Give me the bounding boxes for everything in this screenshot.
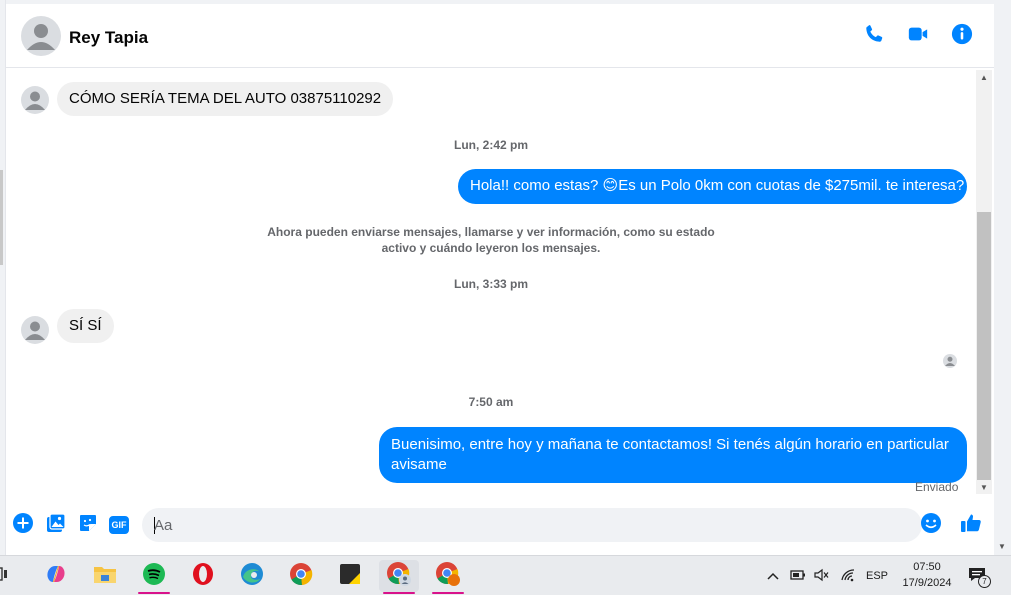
notification-icon: 7 [968,565,992,588]
edge-icon [240,562,264,591]
timestamp: Lun, 3:33 pm [453,277,528,291]
page-scroll-down-arrow[interactable]: ▼ [998,542,1006,551]
taskbar-chrome[interactable] [281,560,321,592]
message-input[interactable] [150,508,910,542]
taskbar-opera[interactable] [183,560,223,592]
volume-muted-icon[interactable] [814,568,830,585]
thumbs-up-icon [960,512,982,539]
incoming-message[interactable]: SÍ SÍ [57,309,114,343]
smiley-icon [920,512,942,539]
sender-avatar[interactable] [21,86,49,114]
battery-icon[interactable] [790,569,806,584]
outgoing-message[interactable]: Buenisimo, entre hoy y mañana te contact… [379,427,967,483]
taskbar-spotify[interactable] [134,560,174,594]
sticker-button[interactable] [77,514,99,536]
show-hidden-icons-chevron-icon[interactable] [766,569,780,583]
taskbar-edge[interactable] [232,560,272,592]
composer: GIF [6,504,994,555]
video-icon [907,23,929,50]
gif-icon: GIF [109,516,129,534]
opera-icon [191,562,215,591]
info-icon [951,23,973,50]
conversation-info-button[interactable] [950,23,974,50]
scroll-thumb[interactable] [977,212,991,480]
security-notice: Ahora pueden enviarse mensajes, llamarse… [211,224,771,256]
notification-center-button[interactable]: 7 [968,560,992,592]
taskbar-chrome-profile-2[interactable] [428,560,468,594]
security-notice-line-2: activo y cuándo leyeron los mensajes. [381,241,601,255]
clock-time: 07:50 [913,561,941,573]
taskbar-sticky-notes[interactable] [330,560,370,592]
plus-icon [13,512,33,538]
spotify-icon [142,562,166,591]
video-call-button[interactable] [906,24,930,48]
timestamp: Lun, 2:42 pm [453,138,528,152]
right-edge: ▼ [994,0,1011,555]
phone-icon [863,23,885,50]
message-scrollbar[interactable]: ▲ ▼ [976,70,992,494]
scroll-down-arrow[interactable]: ▼ [980,483,988,492]
security-notice-line-1: Ahora pueden enviarse mensajes, llamarse… [267,225,715,239]
message-input-container[interactable] [142,508,922,542]
copilot-icon [44,562,68,591]
sticker-icon [78,513,98,538]
clock-date: 17/9/2024 [902,577,952,589]
scroll-up-arrow[interactable]: ▲ [980,73,988,82]
wifi-icon[interactable] [840,568,856,585]
timestamp: 7:50 am [468,395,514,409]
incoming-message[interactable]: CÓMO SERÍA TEMA DEL AUTO 03875110292 [57,82,394,116]
outgoing-message[interactable]: Hola!! como estas? 😊Es un Polo 0km con c… [458,169,967,204]
message-list[interactable]: CÓMO SERÍA TEMA DEL AUTO 03875110292 Lun… [6,69,974,499]
more-actions-button[interactable] [12,512,34,538]
audio-call-button[interactable] [862,24,886,48]
chrome-profile-2-icon [435,561,461,592]
sticky-notes-icon [339,563,361,590]
emoji-button[interactable] [920,512,942,539]
chrome-profile-icon [386,561,412,592]
gif-button[interactable]: GIF [108,514,130,536]
taskbar-clock[interactable]: 07:50 17/9/2024 [893,559,961,591]
left-edge-mark [0,170,3,265]
folder-icon [93,563,117,590]
taskbar-copilot[interactable] [36,560,76,592]
send-like-button[interactable] [960,514,982,536]
taskbar-chrome-profile[interactable] [379,560,419,594]
contact-name[interactable]: Rey Tapia [69,28,148,48]
conversation-header: Rey Tapia [6,4,994,68]
image-icon [46,512,66,538]
seen-receipt-avatar [943,354,957,368]
notification-count-badge: 7 [978,575,991,588]
input-language-indicator[interactable]: ESP [866,570,888,582]
system-tray: ESP [766,560,888,592]
attach-image-button[interactable] [45,512,67,538]
task-view-icon [0,566,9,587]
task-view-button[interactable] [0,560,16,592]
taskbar-file-explorer[interactable] [85,560,125,592]
delivery-status: Enviado [915,480,959,494]
windows-taskbar: ESP 07:50 17/9/2024 7 [0,555,1011,595]
sender-avatar[interactable] [21,316,49,344]
contact-avatar[interactable] [21,16,61,61]
messenger-window: Rey Tapia CÓMO SERÍA TEMA DEL AUTO 03875… [6,4,994,555]
screen: ▼ Rey Tapia CÓMO SERÍA TEMA DEL AUTO 038… [0,0,1011,595]
chrome-icon [289,562,313,591]
